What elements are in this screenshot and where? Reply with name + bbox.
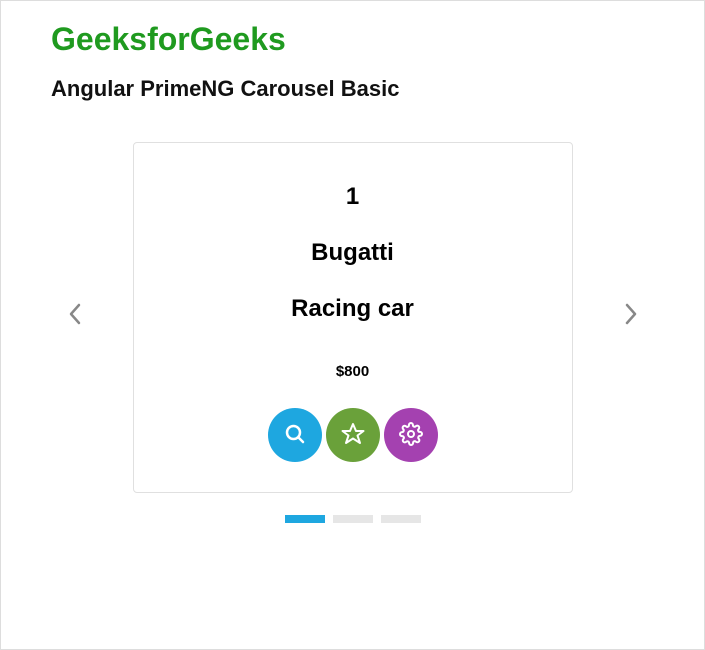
carousel-indicator-2[interactable]	[333, 515, 373, 523]
favorite-button[interactable]	[326, 408, 380, 462]
carousel-indicator-3[interactable]	[381, 515, 421, 523]
gear-icon	[399, 422, 423, 449]
carousel-card: 1 Bugatti Racing car $800	[133, 142, 573, 493]
chevron-right-icon	[624, 303, 638, 332]
card-id: 1	[154, 183, 552, 211]
card-name: Bugatti	[154, 239, 552, 267]
chevron-left-icon	[68, 303, 82, 332]
carousel-prev-button[interactable]	[57, 300, 93, 336]
page-subtitle: Angular PrimeNG Carousel Basic	[51, 76, 654, 102]
settings-button[interactable]	[384, 408, 438, 462]
card-actions	[154, 408, 552, 462]
search-button[interactable]	[268, 408, 322, 462]
brand-title: GeeksforGeeks	[51, 21, 654, 58]
carousel-indicator-1[interactable]	[285, 515, 325, 523]
carousel-next-button[interactable]	[613, 300, 649, 336]
carousel: 1 Bugatti Racing car $800	[51, 142, 654, 493]
star-icon	[341, 422, 365, 449]
card-price: $800	[154, 363, 552, 380]
search-icon	[283, 422, 307, 449]
card-type: Racing car	[154, 295, 552, 323]
carousel-indicators	[51, 515, 654, 523]
